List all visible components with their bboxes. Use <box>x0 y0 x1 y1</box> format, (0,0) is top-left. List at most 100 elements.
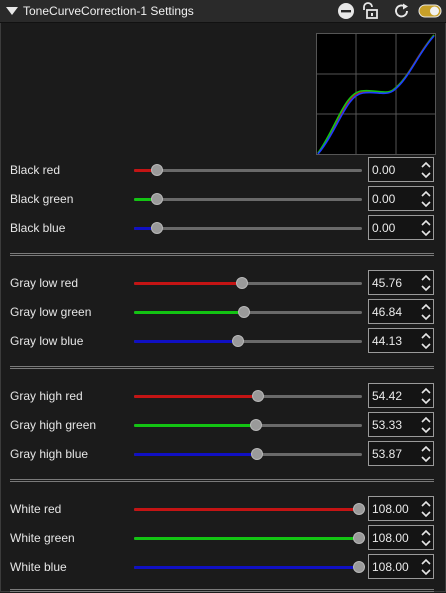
slider-handle[interactable] <box>252 390 264 402</box>
spinbox-value[interactable]: 44.13 <box>372 334 402 348</box>
black-red-slider[interactable] <box>134 161 364 179</box>
white-green-spinbox[interactable]: 108.00 <box>368 525 434 550</box>
param-label: White green <box>10 531 75 545</box>
gray-low-blue-spinbox[interactable]: 44.13 <box>368 328 434 353</box>
window-title: ToneCurveCorrection-1 Settings <box>23 4 194 18</box>
black-green-slider[interactable] <box>134 190 364 208</box>
param-row-gray-high-green: Gray high green 53.33 <box>0 411 446 439</box>
chevron-down-icon[interactable] <box>420 454 432 464</box>
param-label: Gray low green <box>10 305 92 319</box>
chevron-down-icon[interactable] <box>420 228 432 238</box>
gray-low-green-spinbox[interactable]: 46.84 <box>368 299 434 324</box>
spinbox-value[interactable]: 0.00 <box>372 221 395 235</box>
chevron-down-icon[interactable] <box>420 312 432 322</box>
chevron-up-icon[interactable] <box>420 189 432 199</box>
param-row-white-blue: White blue 108.00 <box>0 553 446 581</box>
param-row-black-green: Black green 0.00 <box>0 185 446 213</box>
chevron-up-icon[interactable] <box>420 415 432 425</box>
toggle-on-icon[interactable] <box>418 2 442 20</box>
spinbox-value[interactable]: 108.00 <box>372 502 409 516</box>
spinbox-value[interactable]: 53.87 <box>372 447 402 461</box>
param-label: Gray high green <box>10 418 97 432</box>
white-red-slider[interactable] <box>134 500 365 518</box>
reset-icon[interactable] <box>393 2 411 20</box>
chevron-down-icon[interactable] <box>420 170 432 180</box>
param-label: White blue <box>10 560 67 574</box>
slider-handle[interactable] <box>151 222 163 234</box>
slider-handle[interactable] <box>151 193 163 205</box>
chevron-down-icon[interactable] <box>420 283 432 293</box>
chevron-down-icon[interactable] <box>420 199 432 209</box>
curve-blue <box>317 35 435 155</box>
param-row-black-blue: Black blue 0.00 <box>0 214 446 242</box>
gray-high-red-spinbox[interactable]: 54.42 <box>368 383 434 408</box>
spinbox-value[interactable]: 0.00 <box>372 192 395 206</box>
chevron-up-icon[interactable] <box>420 557 432 567</box>
slider-handle[interactable] <box>250 419 262 431</box>
group-separator <box>10 366 434 369</box>
black-blue-slider[interactable] <box>134 219 364 237</box>
chevron-up-icon[interactable] <box>420 499 432 509</box>
slider-fill <box>134 395 258 398</box>
white-blue-slider[interactable] <box>134 558 365 576</box>
gray-high-blue-slider[interactable] <box>134 445 364 463</box>
chevron-up-icon[interactable] <box>420 528 432 538</box>
gray-low-green-slider[interactable] <box>134 303 364 321</box>
spinbox-value[interactable]: 53.33 <box>372 418 402 432</box>
gray-high-green-spinbox[interactable]: 53.33 <box>368 412 434 437</box>
slider-handle[interactable] <box>232 335 244 347</box>
slider-fill <box>134 340 238 343</box>
chevron-down-icon[interactable] <box>420 567 432 577</box>
white-red-spinbox[interactable]: 108.00 <box>368 496 434 521</box>
slider-handle[interactable] <box>353 532 365 544</box>
slider-handle[interactable] <box>236 277 248 289</box>
chevron-up-icon[interactable] <box>420 386 432 396</box>
spinbox-value[interactable]: 0.00 <box>372 163 395 177</box>
gray-high-green-slider[interactable] <box>134 416 364 434</box>
slider-handle[interactable] <box>251 448 263 460</box>
curve-green <box>317 34 435 154</box>
chevron-down-icon[interactable] <box>420 538 432 548</box>
slider-handle[interactable] <box>238 306 250 318</box>
spinbox-value[interactable]: 54.42 <box>372 389 402 403</box>
chevron-down-icon[interactable] <box>5 4 19 18</box>
gray-low-red-slider[interactable] <box>134 274 364 292</box>
chevron-up-icon[interactable] <box>420 273 432 283</box>
black-red-spinbox[interactable]: 0.00 <box>368 157 434 182</box>
unlock-icon[interactable] <box>362 2 380 20</box>
group-separator <box>10 589 434 592</box>
param-label: Gray low red <box>10 276 79 290</box>
gray-low-red-spinbox[interactable]: 45.76 <box>368 270 434 295</box>
slider-fill <box>134 282 242 285</box>
minus-circle-icon[interactable] <box>337 2 355 20</box>
spinbox-value[interactable]: 45.76 <box>372 276 402 290</box>
slider-fill <box>134 508 359 511</box>
param-row-gray-low-red: Gray low red 45.76 <box>0 269 446 297</box>
param-label: Gray low blue <box>10 334 84 348</box>
spinbox-value[interactable]: 46.84 <box>372 305 402 319</box>
gray-low-blue-slider[interactable] <box>134 332 364 350</box>
slider-handle[interactable] <box>151 164 163 176</box>
slider-handle[interactable] <box>353 561 365 573</box>
chevron-up-icon[interactable] <box>420 444 432 454</box>
spinbox-value[interactable]: 108.00 <box>372 560 409 574</box>
black-green-spinbox[interactable]: 0.00 <box>368 186 434 211</box>
chevron-up-icon[interactable] <box>420 331 432 341</box>
black-blue-spinbox[interactable]: 0.00 <box>368 215 434 240</box>
gray-high-red-slider[interactable] <box>134 387 364 405</box>
white-blue-spinbox[interactable]: 108.00 <box>368 554 434 579</box>
chevron-down-icon[interactable] <box>420 341 432 351</box>
chevron-up-icon[interactable] <box>420 160 432 170</box>
param-label: White red <box>10 502 62 516</box>
tone-curve-preview <box>316 33 436 155</box>
chevron-down-icon[interactable] <box>420 396 432 406</box>
spinbox-value[interactable]: 108.00 <box>372 531 409 545</box>
gray-high-blue-spinbox[interactable]: 53.87 <box>368 441 434 466</box>
chevron-down-icon[interactable] <box>420 509 432 519</box>
chevron-up-icon[interactable] <box>420 302 432 312</box>
chevron-up-icon[interactable] <box>420 218 432 228</box>
white-green-slider[interactable] <box>134 529 365 547</box>
param-label: Black green <box>10 192 74 206</box>
slider-handle[interactable] <box>353 503 365 515</box>
chevron-down-icon[interactable] <box>420 425 432 435</box>
